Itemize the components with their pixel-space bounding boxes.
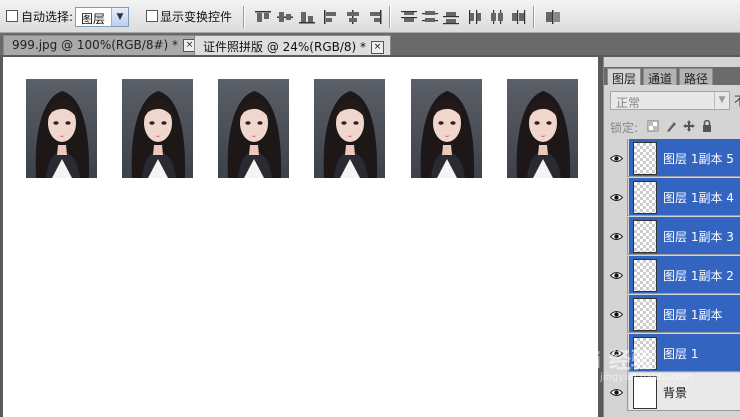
lock-label: 锁定: xyxy=(610,121,639,135)
portrait-photo xyxy=(122,79,193,178)
layer-name: 图层 1副本 4 xyxy=(663,191,734,205)
portrait-photo xyxy=(314,79,385,178)
portrait-photo xyxy=(507,79,578,178)
eye-icon xyxy=(609,230,624,244)
layer-row[interactable]: 图层 1副本 2 xyxy=(604,256,740,294)
layer-name: 背景 xyxy=(663,386,688,400)
layer-thumbnail xyxy=(633,181,657,214)
lock-transparent-pixels-icon[interactable] xyxy=(647,120,659,132)
toolbar-separator xyxy=(533,6,535,28)
tab-label: 999.jpg @ 100%(RGB/8#) * xyxy=(12,38,179,52)
show-transform-label: 显示变换控件 xyxy=(160,10,233,24)
tab-label: 证件照拼版 @ 24%(RGB/8) * xyxy=(203,40,367,54)
layer-name: 图层 1副本 xyxy=(663,308,723,322)
close-icon[interactable]: × xyxy=(371,41,385,54)
layer-thumbnail xyxy=(633,220,657,253)
distribute-top-edges-icon[interactable] xyxy=(400,9,418,25)
layer-name: 图层 1副本 5 xyxy=(663,152,734,166)
distribute-right-edges-icon[interactable] xyxy=(509,9,527,25)
blend-mode-dropdown[interactable]: 正常 ▼ xyxy=(610,91,730,110)
toolbar-separator xyxy=(389,6,391,28)
layer-body[interactable]: 图层 1副本 4 xyxy=(629,178,740,215)
options-bar: 自动选择: 图层 ▼ 显示变换控件 xyxy=(0,0,740,33)
layer-body[interactable]: 图层 1副本 2 xyxy=(629,256,740,293)
lock-all-icon[interactable] xyxy=(701,119,713,132)
auto-select-target-value: 图层 xyxy=(81,12,106,26)
auto-select-target-dropdown[interactable]: 图层 ▼ xyxy=(75,7,129,27)
chevron-down-icon: ▼ xyxy=(714,92,729,109)
eye-icon xyxy=(609,308,624,322)
auto-select-label: 自动选择: xyxy=(21,10,74,24)
align-top-edges-icon[interactable] xyxy=(254,9,272,25)
visibility-toggle[interactable] xyxy=(604,139,628,177)
document-canvas[interactable] xyxy=(3,57,598,417)
layer-thumbnail xyxy=(633,298,657,331)
layer-thumbnail xyxy=(633,259,657,292)
eye-icon xyxy=(609,152,624,166)
lock-image-pixels-icon[interactable] xyxy=(665,120,677,132)
visibility-toggle[interactable] xyxy=(604,295,628,333)
layer-name: 图层 1副本 3 xyxy=(663,230,734,244)
eye-icon xyxy=(609,269,624,283)
layer-body[interactable]: 图层 1副本 3 xyxy=(629,217,740,254)
distribute-bottom-edges-icon[interactable] xyxy=(442,9,460,25)
align-horizontal-centers-icon[interactable] xyxy=(344,9,362,25)
align-bottom-edges-icon[interactable] xyxy=(298,9,316,25)
distribute-left-edges-icon[interactable] xyxy=(467,9,485,25)
watermark: Bai 经验 xyxy=(562,349,653,374)
layer-body[interactable]: 图层 1副本 5 xyxy=(629,139,740,176)
show-transform-checkbox[interactable] xyxy=(146,10,158,22)
tab-999-jpg[interactable]: 999.jpg @ 100%(RGB/8#) * × xyxy=(3,35,204,55)
layer-row[interactable]: 图层 1副本 3 xyxy=(604,217,740,255)
document-tab-bar: 999.jpg @ 100%(RGB/8#) * × 证件照拼版 @ 24%(RG… xyxy=(0,33,740,55)
portrait-photo xyxy=(26,79,97,178)
eye-icon xyxy=(609,191,624,205)
layer-row[interactable]: 图层 1副本 5 xyxy=(604,139,740,177)
watermark-url: jingyan.baidu.com xyxy=(600,372,693,383)
distribute-vertical-centers-icon[interactable] xyxy=(421,9,439,25)
align-vertical-centers-icon[interactable] xyxy=(276,9,294,25)
eye-icon xyxy=(609,386,624,400)
panel-tab-strip: 图层 通道 路径 xyxy=(604,67,740,86)
tab-paths[interactable]: 路径 xyxy=(679,68,714,86)
align-left-edges-icon[interactable] xyxy=(322,9,340,25)
toolbar-separator xyxy=(243,6,245,28)
tab-channels[interactable]: 通道 xyxy=(643,68,678,86)
visibility-toggle[interactable] xyxy=(604,178,628,216)
visibility-toggle[interactable] xyxy=(604,256,628,294)
layer-thumbnail xyxy=(633,142,657,175)
blend-mode-value: 正常 xyxy=(616,96,641,110)
layer-body[interactable]: 图层 1副本 xyxy=(629,295,740,332)
auto-align-layers-icon[interactable] xyxy=(544,9,562,25)
visibility-toggle[interactable] xyxy=(604,217,628,255)
tab-id-photo-layout[interactable]: 证件照拼版 @ 24%(RGB/8) * × xyxy=(194,35,392,55)
auto-select-checkbox[interactable] xyxy=(6,10,18,22)
tab-layers[interactable]: 图层 xyxy=(607,68,642,86)
align-right-edges-icon[interactable] xyxy=(366,9,384,25)
opacity-label: 不 xyxy=(734,92,740,109)
layer-name: 图层 1副本 2 xyxy=(663,269,734,283)
lock-position-icon[interactable] xyxy=(683,120,695,132)
portrait-photo xyxy=(411,79,482,178)
layer-name: 图层 1 xyxy=(663,347,699,361)
layer-row[interactable]: 图层 1副本 4 xyxy=(604,178,740,216)
chevron-down-icon: ▼ xyxy=(111,8,128,26)
distribute-horizontal-centers-icon[interactable] xyxy=(488,9,506,25)
layer-row[interactable]: 图层 1副本 xyxy=(604,295,740,333)
portrait-photo xyxy=(218,79,289,178)
